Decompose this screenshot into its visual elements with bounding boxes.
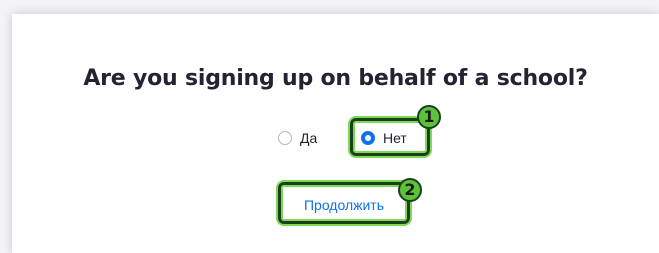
radio-option-yes[interactable]: Да [278,130,317,146]
radio-label-no: Нет [383,130,407,146]
step-badge-2: 2 [398,178,422,202]
continue-button[interactable]: Продолжить [288,193,400,217]
radio-option-no[interactable]: Нет [361,130,407,146]
step-badge-1: 1 [417,105,441,129]
radio-unchecked-icon[interactable] [278,131,292,145]
question-heading: Are you signing up on behalf of a school… [83,66,588,91]
radio-checked-icon[interactable] [361,131,375,145]
radio-label-yes: Да [300,130,318,146]
stage: Are you signing up on behalf of a school… [0,0,659,253]
